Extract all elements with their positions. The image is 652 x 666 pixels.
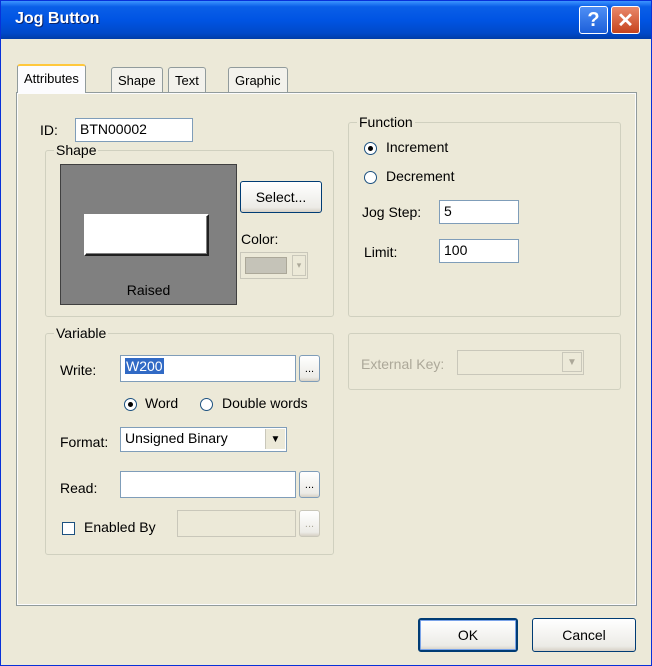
dialog-window: Jog Button ? ✕ Attributes Shape Text Gra… <box>0 0 652 666</box>
double-words-radio[interactable] <box>200 398 213 411</box>
write-input-value: W200 <box>125 358 164 374</box>
ok-button[interactable]: OK <box>418 618 518 652</box>
external-key-chevron-down-icon: ▼ <box>562 352 582 372</box>
tab-text[interactable]: Text <box>168 67 206 92</box>
limit-input[interactable]: 100 <box>439 239 519 263</box>
tab-text-label: Text <box>175 73 199 88</box>
variable-group-legend: Variable <box>54 325 109 341</box>
select-shape-button-label: Select... <box>255 189 307 205</box>
decrement-label: Decrement <box>386 168 455 184</box>
enabled-by-label: Enabled By <box>84 519 156 535</box>
color-label: Color: <box>241 231 279 247</box>
jog-step-input[interactable]: 5 <box>439 200 519 224</box>
format-label: Format: <box>60 434 109 450</box>
tab-graphic-label: Graphic <box>235 73 281 88</box>
color-swatch <box>245 257 287 274</box>
decrement-radio[interactable] <box>364 171 377 184</box>
id-input[interactable]: BTN00002 <box>75 118 193 142</box>
write-input[interactable]: W200 <box>120 355 296 382</box>
write-browse-button[interactable]: ... <box>299 355 320 382</box>
function-group-legend: Function <box>357 114 415 130</box>
raised-shape-preview <box>84 214 209 256</box>
format-select-value: Unsigned Binary <box>125 430 228 446</box>
tab-shape[interactable]: Shape <box>111 67 163 92</box>
select-shape-button[interactable]: Select... <box>240 181 322 213</box>
read-input[interactable] <box>120 471 296 498</box>
cancel-button-label: Cancel <box>562 627 606 643</box>
word-radio[interactable] <box>124 398 137 411</box>
enabled-by-checkbox[interactable] <box>62 522 75 535</box>
write-browse-label: ... <box>304 362 315 375</box>
id-label: ID: <box>40 122 58 138</box>
word-label: Word <box>145 395 179 411</box>
window-title: Jog Button <box>15 10 100 27</box>
close-icon: ✕ <box>617 9 634 32</box>
cancel-button[interactable]: Cancel <box>532 618 636 652</box>
jog-step-label: Jog Step: <box>362 204 422 220</box>
color-dropdown-arrow-icon: ▾ <box>292 255 306 276</box>
external-key-label: External Key: <box>361 356 445 372</box>
title-bar[interactable]: Jog Button ? ✕ <box>1 1 651 39</box>
increment-radio[interactable] <box>364 142 377 155</box>
external-key-select: ▼ <box>457 350 584 375</box>
read-browse-label: ... <box>304 478 315 491</box>
tab-shape-label: Shape <box>118 73 156 88</box>
tab-panel-body: ID: BTN00002 Shape Raised Select... Colo… <box>18 94 635 604</box>
shape-group-legend: Shape <box>54 142 99 158</box>
ok-button-label: OK <box>457 627 479 643</box>
increment-label: Increment <box>386 139 449 155</box>
limit-label: Limit: <box>364 244 398 260</box>
chevron-down-icon: ▼ <box>265 429 285 449</box>
tab-attributes-label: Attributes <box>24 71 79 86</box>
help-button[interactable]: ? <box>579 6 608 34</box>
read-label: Read: <box>60 480 98 496</box>
shape-preview-caption: Raised <box>126 282 171 298</box>
tab-panel-attributes: ID: BTN00002 Shape Raised Select... Colo… <box>16 92 637 606</box>
enabled-by-input <box>177 510 296 537</box>
format-select[interactable]: Unsigned Binary ▼ <box>120 427 287 452</box>
color-picker: ▾ <box>240 252 308 279</box>
read-browse-button[interactable]: ... <box>299 471 320 498</box>
write-label: Write: <box>60 362 97 378</box>
close-button[interactable]: ✕ <box>611 6 640 34</box>
tab-attributes[interactable]: Attributes <box>17 64 86 93</box>
enabled-by-browse-button: ... <box>299 510 320 537</box>
tab-graphic[interactable]: Graphic <box>228 67 288 92</box>
help-icon: ? <box>587 8 600 31</box>
shape-preview: Raised <box>60 164 237 305</box>
double-words-label: Double words <box>222 395 308 411</box>
enabled-by-browse-label: ... <box>304 517 315 530</box>
